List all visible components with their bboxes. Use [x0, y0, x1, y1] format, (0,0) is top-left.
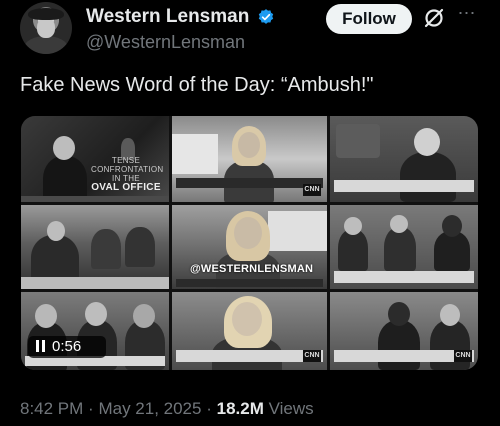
video-timer[interactable]: 0:56 — [28, 336, 106, 358]
video-tile-blonde-anchor: CNN — [172, 292, 327, 370]
verified-badge-icon — [258, 9, 273, 24]
cnn-logo: CNN — [303, 350, 321, 362]
tweet-text: Fake News Word of the Day: “Ambush!" — [20, 74, 374, 96]
video-tile-oval-meeting — [330, 205, 478, 289]
tweet-meta: 8:42 PM · May 21, 2025 · 18.2M Views — [20, 399, 314, 419]
views-count: 18.2M — [216, 399, 264, 418]
display-name[interactable]: Western Lensman — [86, 6, 249, 28]
video-time: 0:56 — [52, 338, 82, 355]
cnn-logo: CNN — [454, 350, 472, 362]
video-tile-briefing — [21, 205, 169, 289]
more-dots-icon[interactable]: ⋯ — [456, 4, 478, 28]
views-label: Views — [268, 399, 314, 418]
separator: · — [88, 399, 94, 418]
pause-icon[interactable] — [36, 340, 46, 352]
video-tile-white-house: CNN — [172, 116, 327, 202]
handle[interactable]: @WesternLensman — [86, 32, 275, 53]
cnn-logo: CNN — [303, 184, 321, 196]
video-tile-panel-top-right — [330, 116, 478, 202]
tweet-header: Western Lensman @WesternLensman Follow ⋯ — [20, 0, 490, 58]
avatar[interactable] — [20, 2, 72, 54]
oval-office-caption: TENSE CONFRONTATION IN THE OVAL OFFICE — [91, 156, 164, 193]
video-player[interactable]: TENSE CONFRONTATION IN THE OVAL OFFICE C… — [21, 116, 478, 370]
video-tile-oval-office: TENSE CONFRONTATION IN THE OVAL OFFICE — [21, 116, 169, 202]
video-watermark: @WESTERNLENSMAN — [190, 263, 314, 275]
follow-button[interactable]: Follow — [326, 4, 412, 34]
video-tile-anchor-watermark: @WESTERNLENSMAN — [172, 205, 327, 289]
grok-icon[interactable] — [422, 6, 446, 30]
separator: · — [206, 399, 212, 418]
tweet-date[interactable]: May 21, 2025 — [98, 399, 201, 418]
video-tile-panel-bottom-left — [21, 292, 169, 370]
video-tile-meeting-bottom-right: CNN — [330, 292, 478, 370]
tweet-time[interactable]: 8:42 PM — [20, 399, 83, 418]
author-names[interactable]: Western Lensman @WesternLensman — [86, 6, 275, 53]
